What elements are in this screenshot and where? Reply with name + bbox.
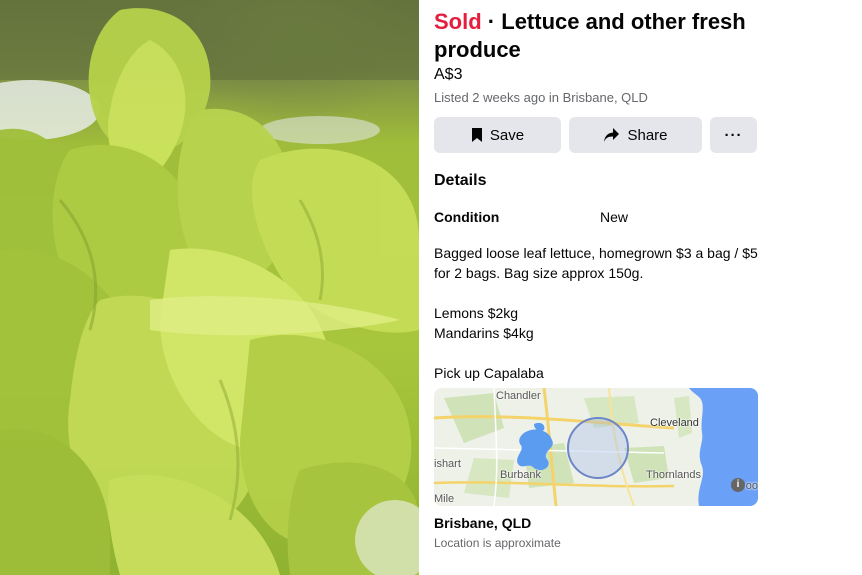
- map-info-icon[interactable]: i: [731, 478, 745, 492]
- map-label-boo: oo: [745, 480, 758, 492]
- listing-photo[interactable]: [0, 0, 419, 575]
- map-label-mile: Mile: [434, 493, 455, 505]
- condition-label: Condition: [434, 209, 500, 225]
- bookmark-icon: [471, 127, 483, 143]
- listed-info: Listed 2 weeks ago in Brisbane, QLD: [434, 90, 648, 105]
- lettuce-photo-art: [0, 0, 419, 575]
- description-line: Mandarins $4kg: [434, 325, 534, 341]
- sold-status: Sold: [434, 9, 482, 34]
- map-graphic: [434, 388, 758, 506]
- more-options-button[interactable]: ···: [710, 117, 757, 153]
- location-name: Brisbane, QLD: [434, 515, 532, 531]
- listing-details-panel: Sold · Lettuce and other fresh produce A…: [419, 0, 862, 575]
- listing-title: Sold · Lettuce and other fresh produce: [434, 8, 764, 64]
- condition-value: New: [600, 209, 629, 225]
- map-label-burbank: Burbank: [500, 469, 541, 481]
- more-options-icon: ···: [724, 126, 743, 144]
- location-map[interactable]: Chandler Cleveland Burbank Thornlands is…: [434, 388, 758, 506]
- description-line: Lemons $2kg: [434, 305, 519, 321]
- save-button[interactable]: Save: [434, 117, 561, 153]
- location-note: Location is approximate: [434, 536, 561, 550]
- title-separator: ·: [487, 9, 496, 34]
- details-heading: Details: [434, 172, 487, 189]
- map-label-thornlands: Thornlands: [646, 469, 702, 481]
- listing-description: Bagged loose leaf lettuce, homegrown $3 …: [434, 243, 764, 383]
- share-arrow-icon: [603, 127, 620, 143]
- listing-price: A$3: [434, 66, 463, 83]
- map-label-cleveland: Cleveland: [650, 417, 699, 429]
- save-label: Save: [489, 126, 525, 144]
- description-line: Pick up Capalaba: [434, 365, 544, 381]
- share-label: Share: [627, 126, 668, 144]
- map-label-chandler: Chandler: [496, 390, 541, 402]
- description-line: Bagged loose leaf lettuce, homegrown $3 …: [434, 245, 758, 281]
- map-label-mshart: ishart: [434, 458, 461, 470]
- share-button[interactable]: Share: [569, 117, 702, 153]
